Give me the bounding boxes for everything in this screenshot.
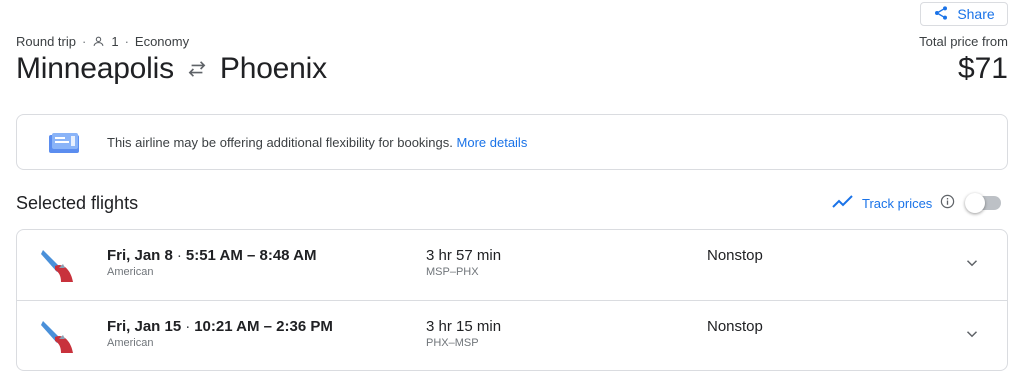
destination-city: Phoenix [219,52,327,85]
flight-duration: 3 hr 57 min [426,247,502,264]
separator-dot: · [81,34,87,49]
share-icon [933,5,949,24]
toggle-knob [965,193,986,213]
separator-dot: · [185,318,191,335]
flight-times: Fri, Jan 15 · 10:21 AM – 2:36 PM [107,318,333,335]
flexibility-notice: This airline may be offering additional … [16,114,1008,170]
passenger-count: 1 [111,34,119,49]
flight-time-range: 5:51 AM – 8:48 AM [185,247,317,264]
ticket-icon [47,131,83,160]
swap-arrows-icon [186,52,208,86]
selected-flights-title: Selected flights [16,193,139,213]
trip-meta: Round trip · 1 · Economy [16,34,189,49]
notice-text-wrapper: This airline may be offering additional … [107,135,527,150]
flight-duration: 3 hr 15 min [426,318,502,335]
total-price: $71 [957,52,1008,85]
track-prices[interactable]: Track prices [832,193,1002,213]
flight-stops: Nonstop [707,247,763,264]
share-button[interactable]: Share [920,2,1008,26]
separator-dot: · [124,34,129,49]
american-airlines-logo [41,317,77,357]
american-airlines-logo [41,246,77,286]
airline-name: American [107,266,154,278]
trend-line-icon [832,194,854,212]
track-prices-toggle[interactable] [965,193,1002,213]
flight-date: Fri, Jan 8 [107,247,173,264]
flight-row-return[interactable]: Fri, Jan 15 · 10:21 AM – 2:36 PM American … [17,300,1007,370]
person-icon [92,34,105,49]
more-details-link[interactable]: More details [457,135,528,150]
airline-name: American [107,337,154,349]
route-title: Minneapolis Phoenix [16,52,327,86]
flight-stops: Nonstop [707,318,763,335]
flight-date: Fri, Jan 15 [107,318,182,335]
notice-text: This airline may be offering additional … [107,135,453,150]
track-prices-label: Track prices [862,195,933,211]
total-price-label: Total price from [919,34,1008,49]
chevron-down-icon[interactable] [963,254,981,272]
info-icon[interactable] [940,194,955,212]
flight-airports: MSP–PHX [426,266,479,278]
flight-time-range: 10:21 AM – 2:36 PM [194,318,333,335]
chevron-down-icon[interactable] [963,325,981,343]
share-label: Share [957,6,995,22]
trip-type: Round trip [16,34,76,49]
flight-row-outbound[interactable]: Fri, Jan 8 · 5:51 AM – 8:48 AM American 3 … [17,230,1007,300]
separator-dot: · [176,247,182,264]
selected-flights-list: Fri, Jan 8 · 5:51 AM – 8:48 AM American 3 … [16,229,1008,371]
flight-times: Fri, Jan 8 · 5:51 AM – 8:48 AM [107,247,316,264]
origin-city: Minneapolis [16,52,174,85]
cabin-class: Economy [134,34,190,49]
flight-airports: PHX–MSP [426,337,479,349]
